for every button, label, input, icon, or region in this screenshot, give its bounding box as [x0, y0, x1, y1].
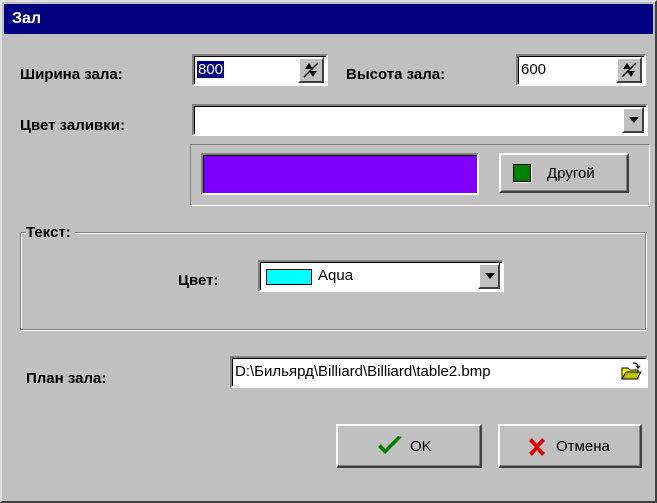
cancel-button-label: Отмена: [556, 438, 610, 455]
width-label: Ширина зала:: [20, 66, 123, 83]
checkmark-icon: [378, 436, 402, 454]
width-field[interactable]: 800: [192, 54, 328, 86]
cross-icon: [529, 438, 545, 456]
text-color-combo[interactable]: Aqua: [258, 260, 504, 292]
other-color-button[interactable]: Другой: [499, 153, 629, 193]
updown-spin-icon: [303, 62, 319, 78]
cancel-button[interactable]: Отмена: [498, 424, 642, 468]
height-label: Высота зала:: [346, 66, 446, 83]
fill-color-swatch: [201, 153, 479, 195]
width-value: 800: [197, 61, 225, 78]
other-color-button-label: Другой: [547, 165, 595, 182]
chevron-down-icon: [485, 273, 495, 279]
width-spin-button[interactable]: [298, 57, 324, 83]
ok-button-label: OK: [410, 438, 432, 455]
text-color-value: Aqua: [318, 267, 354, 284]
window-title: Зал: [12, 10, 42, 27]
title-bar: Зал: [4, 4, 653, 34]
height-field[interactable]: 600: [516, 54, 646, 86]
text-color-dropdown-button[interactable]: [478, 263, 500, 289]
open-folder-icon: [621, 362, 642, 380]
plan-path-field[interactable]: D:\Бильярд\Billiard\Billiard\table2.bmp: [230, 356, 648, 388]
text-group-title: Текст:: [26, 224, 75, 241]
fill-color-label: Цвет заливки:: [20, 117, 125, 134]
ok-button[interactable]: OK: [336, 424, 482, 468]
updown-spin-icon: [621, 62, 637, 78]
chevron-down-icon: [629, 117, 639, 123]
height-value: 600: [521, 61, 547, 78]
fill-panel: Другой: [190, 144, 650, 206]
plan-path-value: D:\Бильярд\Billiard\Billiard\table2.bmp: [235, 363, 491, 380]
dialog-window: Зал Ширина зала: 800 Высота зала: 600 Цв…: [0, 0, 657, 503]
browse-button[interactable]: [620, 361, 642, 383]
height-spin-button[interactable]: [616, 57, 642, 83]
other-color-swatch: [513, 164, 531, 182]
text-color-label: Цвет:: [178, 272, 219, 289]
text-color-swatch: [266, 269, 312, 285]
fill-color-combo[interactable]: [192, 104, 648, 136]
fill-color-dropdown-button[interactable]: [622, 107, 644, 133]
plan-label: План зала:: [26, 370, 107, 387]
